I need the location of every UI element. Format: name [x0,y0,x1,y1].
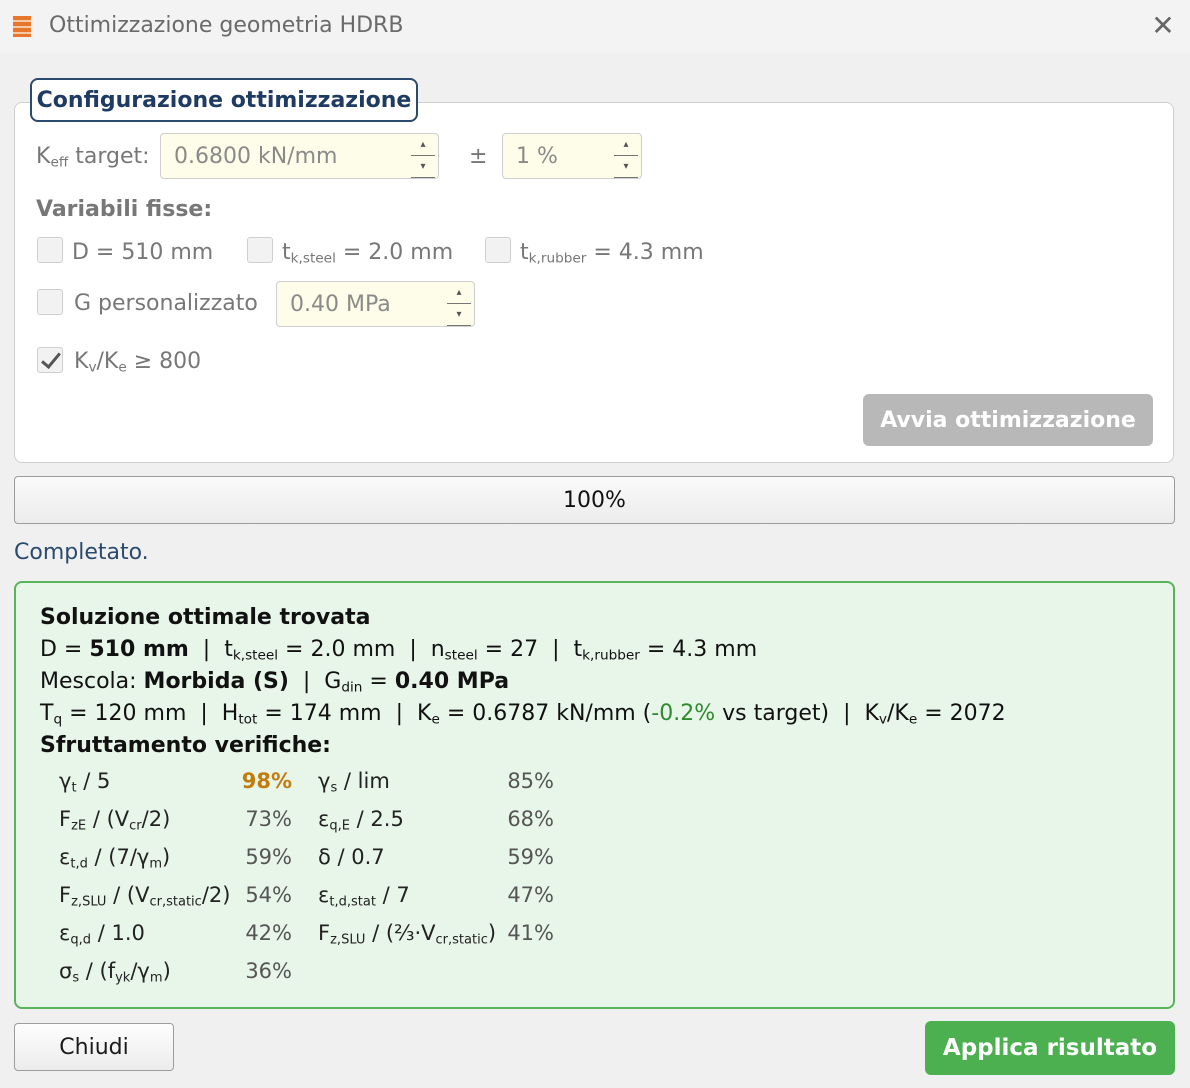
keff-stepper[interactable]: ▴ ▾ [408,134,438,178]
check-label: Fz,SLU / (Vcr,static/2) [59,883,231,910]
stepper-down-icon[interactable]: ▾ [411,156,435,178]
check-value: 59% [245,845,292,869]
stepper-down-icon[interactable]: ▾ [614,156,638,178]
fixed-d-label: D = 510 mm [72,240,214,265]
g-stepper[interactable]: ▴ ▾ [444,282,474,326]
check-label: Fz,SLU / (⅔·Vcr,static) [318,921,497,948]
check-value: 41% [507,921,554,945]
fixed-vars-label: Variabili fisse: [36,197,213,222]
fixed-d-checkbox[interactable] [37,237,63,263]
check-label: γt / 5 [59,769,111,796]
tolerance-stepper[interactable]: ▴ ▾ [611,134,641,178]
result-compound-line: Mescola: Morbida (S) | Gdin = 0.40 MPa [40,669,510,696]
fixed-tsteel-label: tk,steel = 2.0 mm [282,240,454,267]
check-label: δ / 0.7 [318,845,385,869]
start-optimization-button[interactable]: Avvia ottimizzazione [863,394,1153,446]
plus-minus-label: ± [469,144,488,169]
stepper-down-icon[interactable]: ▾ [447,304,471,326]
apply-result-button[interactable]: Applica risultato [925,1021,1175,1075]
check-value: 59% [507,845,554,869]
check-value: 54% [245,883,292,907]
check-label: εq,E / 2.5 [318,807,404,834]
result-heading: Soluzione ottimale trovata [40,605,371,630]
window-title: Ottimizzazione geometria HDRB [49,13,404,38]
stepper-up-icon[interactable]: ▴ [447,282,471,304]
check-value: 98% [241,769,292,793]
result-geometry-line: D = 510 mm | tk,steel = 2.0 mm | nsteel … [40,637,758,664]
kvke-checkbox[interactable] [37,347,63,373]
result-stiffness-line: Tq = 120 mm | Htot = 174 mm | Ke = 0.678… [40,701,1006,728]
keff-label: Keff target: [36,144,150,171]
keff-target-input[interactable]: 0.6800 kN/mm ▴ ▾ [160,133,439,179]
progress-bar: 100% [14,476,1175,524]
g-custom-checkbox[interactable] [37,289,63,315]
check-value: 85% [507,769,554,793]
fixed-tsteel-checkbox[interactable] [247,237,273,263]
close-window-icon[interactable]: ✕ [1148,10,1178,42]
check-label: γs / lim [318,769,390,796]
check-value: 36% [245,959,292,983]
check-label: FzE / (Vcr/2) [59,807,171,834]
check-value: 68% [507,807,554,831]
check-value: 47% [507,883,554,907]
check-label: εq,d / 1.0 [59,921,145,948]
tolerance-input[interactable]: 1 % ▴ ▾ [502,133,642,179]
close-button[interactable]: Chiudi [14,1023,174,1071]
status-text: Completato. [14,540,149,565]
progress-label: 100% [563,487,626,513]
g-custom-label: G personalizzato [74,291,258,316]
stepper-up-icon[interactable]: ▴ [614,134,638,156]
check-label: εt,d / (7/γm) [59,845,171,872]
kvke-label: Kv/Ke ≥ 800 [74,349,202,376]
check-value: 73% [245,807,292,831]
result-panel: Soluzione ottimale trovata D = 510 mm | … [14,581,1175,1009]
stepper-up-icon[interactable]: ▴ [411,134,435,156]
check-label: σs / (fyk/γm) [59,959,171,986]
config-group-title: Configurazione ottimizzazione [30,78,418,122]
check-value: 42% [245,921,292,945]
app-icon [13,16,31,37]
fixed-trubber-checkbox[interactable] [485,237,511,263]
checks-heading: Sfruttamento verifiche: [40,733,331,758]
fixed-trubber-label: tk,rubber = 4.3 mm [520,240,704,267]
g-value-input[interactable]: 0.40 MPa ▴ ▾ [276,281,475,327]
check-label: εt,d,stat / 7 [318,883,410,910]
title-bar: Ottimizzazione geometria HDRB ✕ [0,0,1190,54]
